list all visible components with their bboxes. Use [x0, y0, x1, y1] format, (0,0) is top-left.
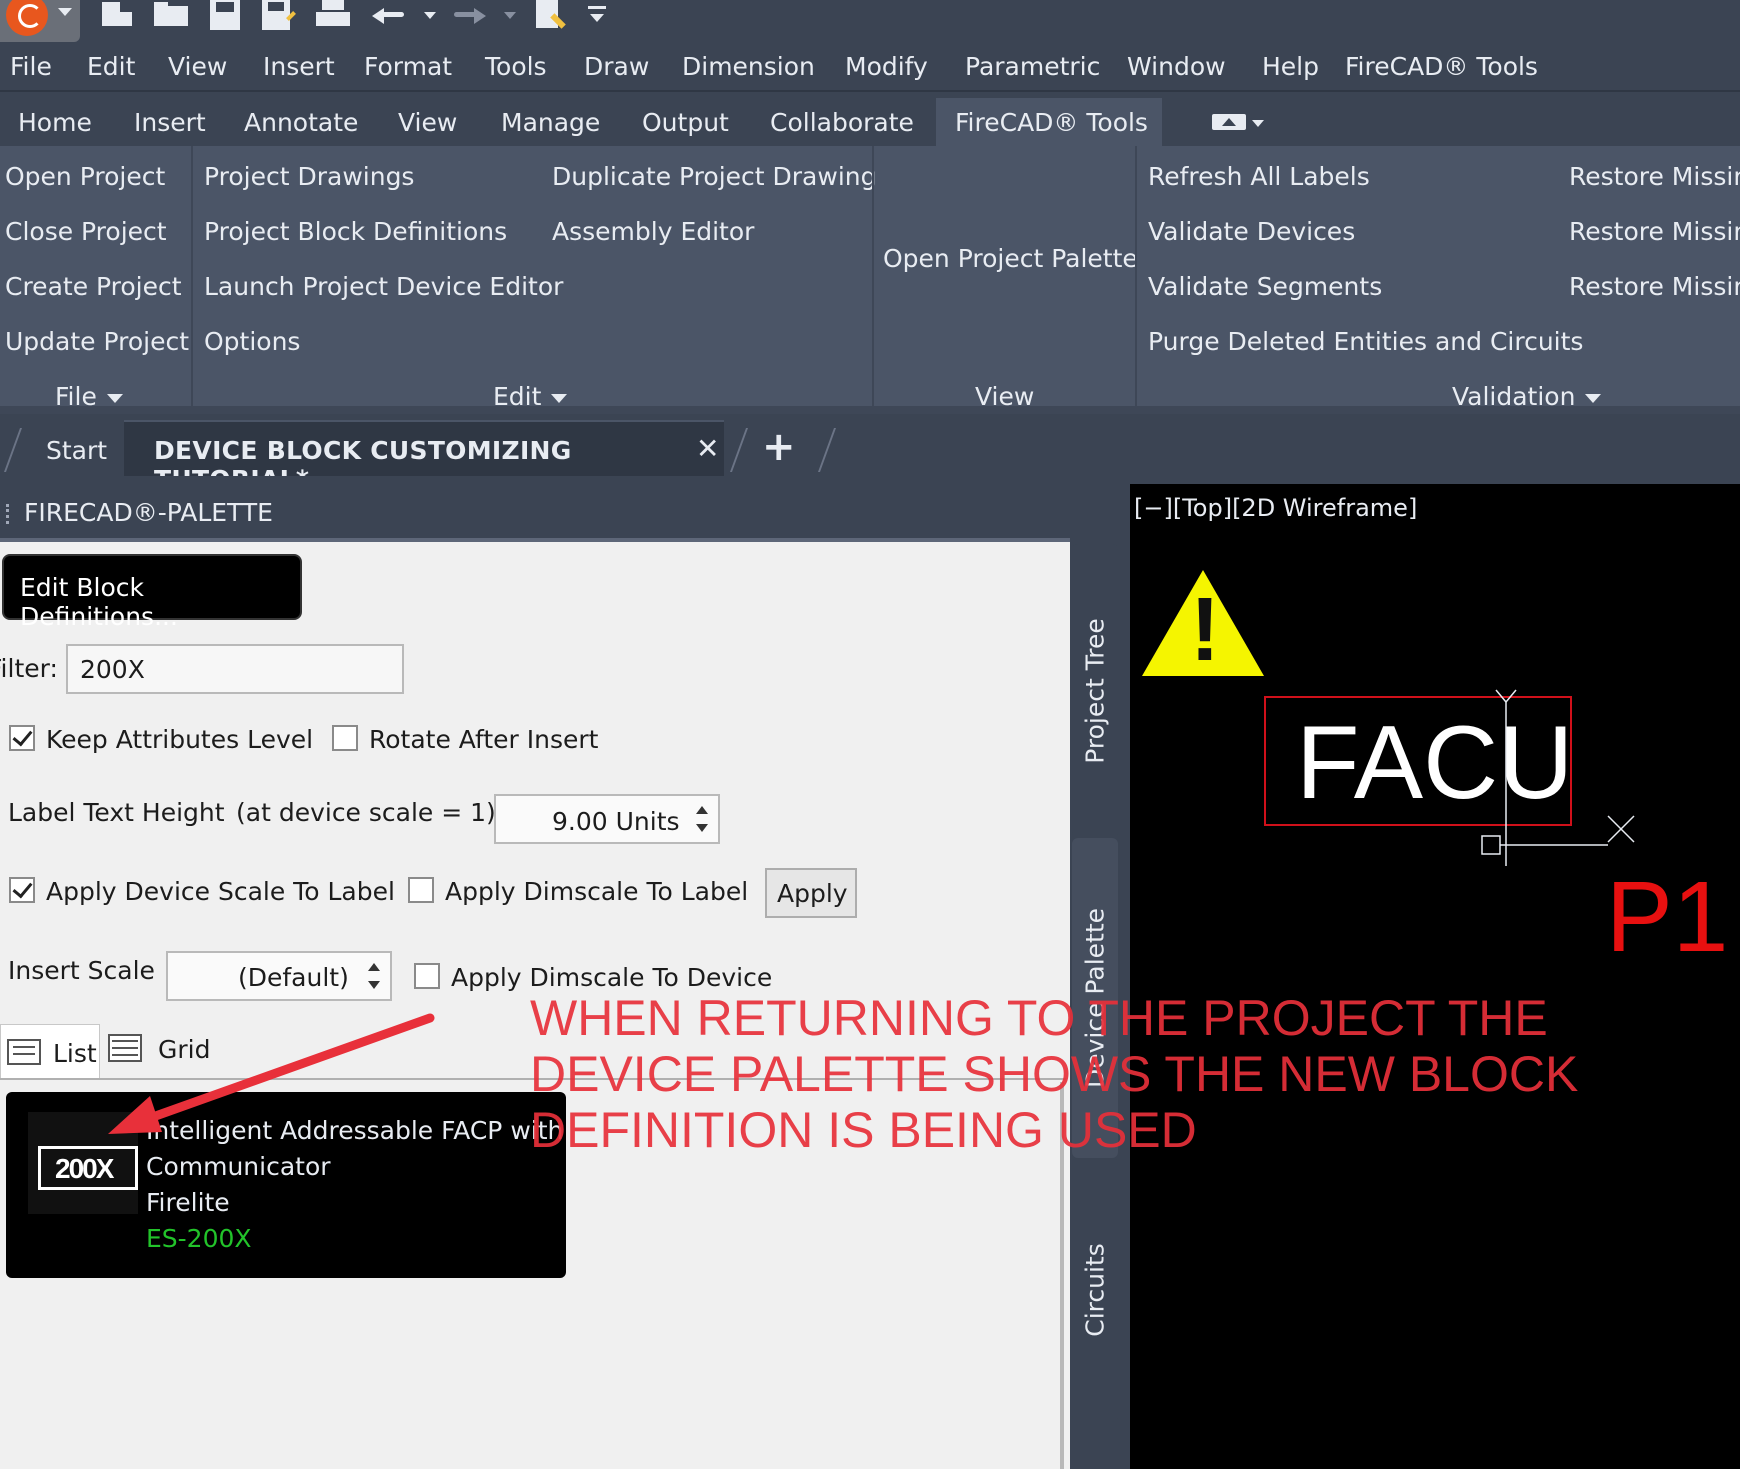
annotation-arrow-icon [108, 1013, 435, 1134]
